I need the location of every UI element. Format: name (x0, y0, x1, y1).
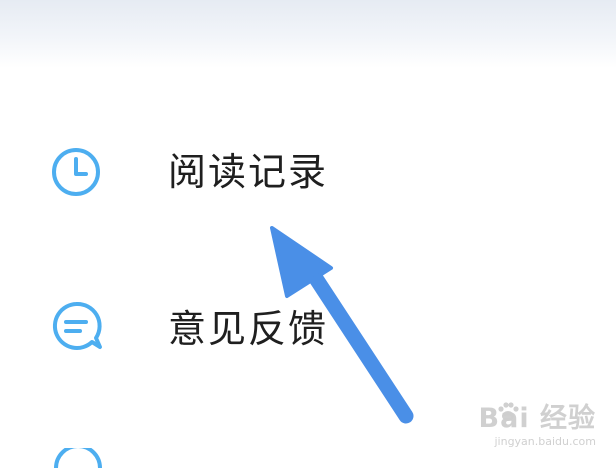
clock-icon (52, 148, 100, 196)
chat-bubble-icon (52, 301, 102, 350)
header-background (0, 0, 616, 68)
menu-item-label: 阅读记录 (168, 150, 329, 194)
watermark-url: jingyan.baidu.com (494, 435, 596, 448)
menu-item-label: 意见反馈 (168, 307, 329, 351)
next-menu-icon (54, 448, 102, 468)
annotation-arrow (270, 226, 414, 424)
menu-item-reading-history[interactable]: 阅读记录 (0, 118, 616, 228)
baidu-jingyan-watermark: Bai 经验 jingyan.baidu.com (446, 396, 596, 448)
watermark-logo-text: Bai 经验 (478, 403, 596, 434)
menu-item-feedback[interactable]: 意见反馈 (0, 272, 616, 382)
